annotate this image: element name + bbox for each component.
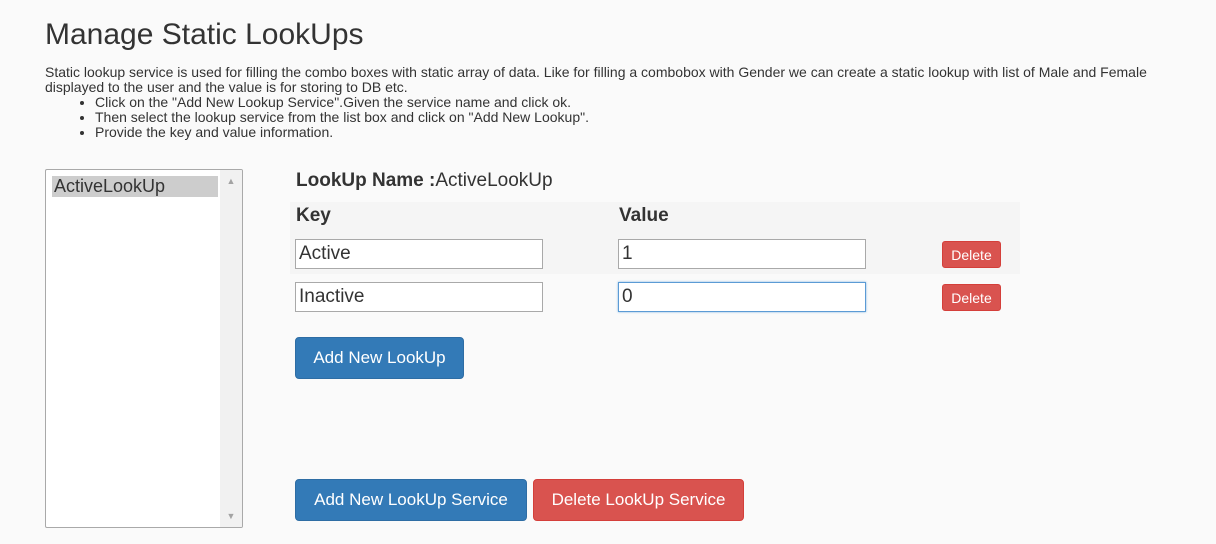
instruction-step: Then select the lookup service from the …	[95, 110, 1216, 125]
value-column-header: Value	[619, 205, 669, 226]
delete-row-1-button[interactable]: Delete	[942, 241, 1001, 268]
value-input-row-1[interactable]	[618, 239, 866, 269]
instruction-list: Click on the "Add New Lookup Service".Gi…	[45, 95, 1216, 140]
value-input-row-2[interactable]	[618, 282, 866, 312]
listbox-scrollbar[interactable]: ▲ ▼	[220, 170, 242, 527]
description-line-2: displayed to the user and the value is f…	[45, 79, 408, 95]
instruction-step: Provide the key and value information.	[95, 125, 1216, 140]
key-input-row-1[interactable]	[295, 239, 543, 269]
delete-row-2-button[interactable]: Delete	[942, 284, 1001, 311]
key-column-header: Key	[296, 205, 331, 226]
instruction-step: Click on the "Add New Lookup Service".Gi…	[95, 95, 1216, 110]
lookup-name-value: ActiveLookUp	[435, 170, 553, 191]
page-title: Manage Static LookUps	[45, 18, 364, 51]
add-new-lookup-button[interactable]: Add New LookUp	[295, 337, 464, 379]
description-line-1: Static lookup service is used for fillin…	[45, 64, 1147, 80]
manage-static-lookups-page: Manage Static LookUps Static lookup serv…	[0, 0, 1216, 544]
delete-lookup-service-button[interactable]: Delete LookUp Service	[533, 479, 744, 521]
lookup-name-label: LookUp Name :	[296, 170, 436, 191]
lookup-service-listbox[interactable]: ActiveLookUp ▲ ▼	[45, 169, 243, 528]
page-description: Static lookup service is used for fillin…	[45, 65, 1216, 140]
key-input-row-2[interactable]	[295, 282, 543, 312]
lookup-name-heading: LookUp Name :ActiveLookUp	[296, 170, 553, 192]
triangle-up-icon[interactable]: ▲	[220, 172, 242, 190]
add-new-lookup-service-button[interactable]: Add New LookUp Service	[295, 479, 527, 521]
triangle-down-icon[interactable]: ▼	[220, 507, 242, 525]
listbox-item-activelookup[interactable]: ActiveLookUp	[52, 176, 218, 197]
